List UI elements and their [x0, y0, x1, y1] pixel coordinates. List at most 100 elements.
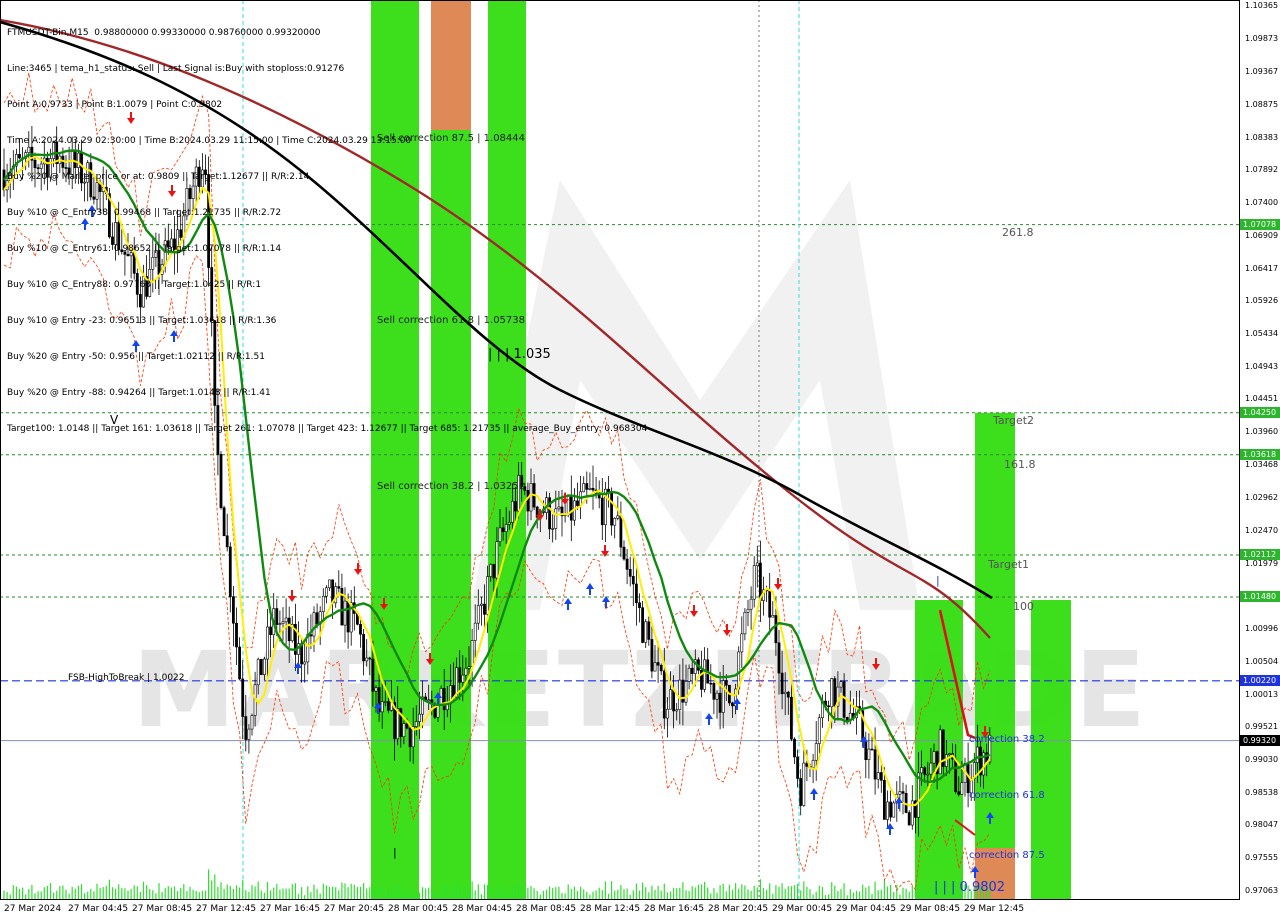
level-1035-label: | | | 1.035: [488, 347, 551, 362]
candle-body: [923, 767, 927, 775]
candle-body: [228, 546, 232, 597]
fsb-high-label: FSB-HighToBreak | 1.0022: [68, 673, 185, 683]
candle-body: [259, 658, 263, 675]
trading-chart: MARKETZITRADE FTMUSDT-Bin,M15 0.98800000…: [0, 0, 1280, 920]
buy-arrow-icon: [586, 583, 594, 595]
time-tick-label: 28 Mar 16:45: [644, 904, 705, 914]
price-tick-label: 1.04943: [1245, 361, 1279, 371]
candle-body: [687, 667, 691, 682]
candle-body: [588, 488, 592, 490]
price-tick-label: 1.06417: [1245, 263, 1279, 273]
candle-body: [755, 562, 759, 566]
candle-body: [746, 608, 750, 613]
buy-arrow-icon: [602, 596, 610, 608]
candle-body: [362, 633, 366, 662]
candle-body: [647, 621, 651, 640]
candle-body: [576, 500, 579, 506]
correction-382-label: correction 38.2: [969, 734, 1045, 745]
candle-body: [467, 666, 471, 669]
candle-body: [222, 507, 226, 537]
candle-body: [365, 657, 369, 662]
candle-body: [501, 527, 505, 533]
candle-body: [715, 692, 719, 700]
candle-body: [371, 658, 375, 692]
candle-body: [610, 492, 614, 526]
candle-body: [901, 791, 905, 794]
candle-body: [653, 662, 657, 672]
candle-body: [954, 758, 958, 793]
candle-body: [219, 453, 223, 509]
info-line: Target100: 1.0148 || Target 161: 1.03618…: [7, 424, 648, 434]
candle-body: [641, 607, 645, 643]
candle-body: [678, 679, 682, 710]
candle-body: [740, 633, 744, 653]
candle-body: [703, 659, 707, 690]
candle-body: [284, 617, 288, 623]
candle-body: [957, 791, 961, 795]
candle-body: [582, 483, 586, 493]
candle-body: [383, 701, 387, 703]
candle-body: [303, 661, 307, 665]
time-tick-label: 27 Mar 20:45: [324, 904, 385, 914]
candle-body: [929, 762, 933, 775]
candle-body: [458, 667, 462, 683]
candle-body: [833, 678, 837, 707]
candle-body: [408, 727, 412, 748]
candle-body: [960, 782, 964, 795]
time-tick-label: 27 Mar 04:45: [68, 904, 129, 914]
candle-body: [619, 515, 623, 548]
time-tick-label: 28 Mar 00:45: [388, 904, 449, 914]
candle-body: [278, 623, 282, 625]
candle-body: [625, 558, 629, 570]
price-tick-label: 0.97555: [1245, 853, 1279, 863]
candle-body: [368, 657, 372, 660]
candle-body: [712, 683, 716, 700]
sell-arrow-icon: [288, 590, 296, 602]
fib-2618-label: 261.8: [1002, 226, 1034, 239]
target1-label: Target1: [988, 558, 1030, 571]
price-tick-label: 1.10365: [1245, 1, 1279, 10]
candle-body: [864, 740, 868, 760]
time-tick-label: 29 Mar 12:45: [964, 904, 1025, 914]
candle-body: [566, 495, 570, 516]
candle-body: [802, 762, 806, 806]
candle-body: [287, 617, 291, 642]
candle-body: [743, 611, 747, 635]
candle-body: [817, 717, 821, 744]
candle-body: [613, 518, 617, 526]
price-tick-label: 0.97063: [1245, 885, 1279, 895]
price-level-tag: 1.07078: [1240, 218, 1280, 230]
candle-body: [771, 615, 775, 618]
candle-body: [380, 701, 384, 713]
candle-body: [244, 716, 248, 740]
candle-body: [777, 642, 781, 674]
candle-body: [343, 600, 347, 626]
candle-body: [554, 508, 558, 529]
price-level-tag: 0.99320: [1240, 734, 1280, 746]
candle-body: [312, 612, 316, 637]
info-title: FTMUSDT-Bin,M15 0.98800000 0.99330000 0.…: [7, 28, 321, 38]
correction-618-label: correction 61.8: [969, 790, 1045, 801]
candle-body: [504, 524, 508, 533]
candle-body: [328, 579, 331, 589]
candle-body: [786, 691, 790, 698]
time-tick-label: 28 Mar 20:45: [708, 904, 769, 914]
candle-body: [814, 743, 818, 761]
candle-body: [718, 692, 722, 713]
candle-body: [498, 527, 502, 542]
price-tick-label: 1.05434: [1245, 328, 1279, 338]
price-tick-label: 0.98047: [1245, 820, 1279, 830]
correction-875-label: correction 87.5: [969, 850, 1045, 861]
candle-body: [489, 564, 493, 577]
price-level-tag: 1.04250: [1240, 406, 1280, 418]
candle-body: [644, 621, 648, 643]
price-tick-label: 1.07400: [1245, 198, 1279, 208]
candle-body: [402, 723, 406, 737]
candle-body: [752, 565, 756, 600]
price-tick-label: 0.99030: [1245, 754, 1279, 764]
candle-body: [932, 751, 936, 764]
info-line: Buy %10 @ C_Entry38: 0.99468 || Target:1…: [7, 208, 282, 218]
candle-body: [359, 624, 362, 635]
info-line: Buy %20 @ Entry -50: 0.956 || Target:1.0…: [7, 352, 265, 362]
candle-body: [529, 483, 533, 512]
